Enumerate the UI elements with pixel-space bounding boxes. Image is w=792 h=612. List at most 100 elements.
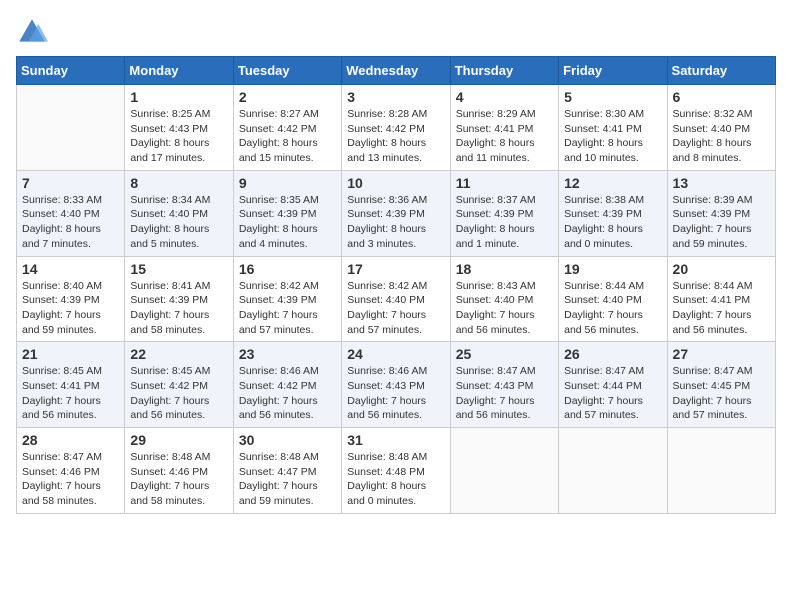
- page-header: [16, 16, 776, 48]
- day-number: 29: [130, 432, 227, 448]
- day-number: 23: [239, 346, 336, 362]
- calendar-cell: [559, 428, 667, 514]
- day-number: 16: [239, 261, 336, 277]
- calendar-cell: [17, 85, 125, 171]
- day-info: Sunrise: 8:47 AMSunset: 4:46 PMDaylight:…: [22, 450, 119, 509]
- day-number: 17: [347, 261, 444, 277]
- calendar-header-tuesday: Tuesday: [233, 57, 341, 85]
- day-info: Sunrise: 8:48 AMSunset: 4:47 PMDaylight:…: [239, 450, 336, 509]
- day-number: 5: [564, 89, 661, 105]
- day-info: Sunrise: 8:40 AMSunset: 4:39 PMDaylight:…: [22, 279, 119, 338]
- calendar-header-monday: Monday: [125, 57, 233, 85]
- day-info: Sunrise: 8:38 AMSunset: 4:39 PMDaylight:…: [564, 193, 661, 252]
- calendar-header-friday: Friday: [559, 57, 667, 85]
- calendar-cell: 24Sunrise: 8:46 AMSunset: 4:43 PMDayligh…: [342, 342, 450, 428]
- calendar-cell: 25 Sunrise: 8:47 AMSunset: 4:43 PMDayligh…: [450, 342, 558, 428]
- logo: [16, 16, 52, 48]
- calendar-week-4: 21 Sunrise: 8:45 AMSunset: 4:41 PMDayligh…: [17, 342, 776, 428]
- calendar-cell: 28 Sunrise: 8:47 AMSunset: 4:46 PMDayligh…: [17, 428, 125, 514]
- day-number: 15: [130, 261, 227, 277]
- day-info: Sunrise: 8:25 AMSunset: 4:43 PMDaylight:…: [130, 107, 227, 166]
- day-number: 10: [347, 175, 444, 191]
- day-number: 25: [456, 346, 553, 362]
- day-number: 18: [456, 261, 553, 277]
- day-info: Sunrise: 8:47 AMSunset: 4:43 PMDaylight:…: [456, 364, 553, 423]
- calendar-cell: 4 Sunrise: 8:29 AMSunset: 4:41 PMDaylight…: [450, 85, 558, 171]
- calendar-cell: 26 Sunrise: 8:47 AMSunset: 4:44 PMDayligh…: [559, 342, 667, 428]
- calendar-cell: 7Sunrise: 8:33 AMSunset: 4:40 PMDaylight…: [17, 170, 125, 256]
- calendar-cell: 8Sunrise: 8:34 AMSunset: 4:40 PMDaylight…: [125, 170, 233, 256]
- calendar-cell: 15 Sunrise: 8:41 AMSunset: 4:39 PMDayligh…: [125, 256, 233, 342]
- day-number: 30: [239, 432, 336, 448]
- day-number: 4: [456, 89, 553, 105]
- day-info: Sunrise: 8:43 AMSunset: 4:40 PMDaylight:…: [456, 279, 553, 338]
- calendar-cell: 3 Sunrise: 8:28 AMSunset: 4:42 PMDaylight…: [342, 85, 450, 171]
- day-info: Sunrise: 8:44 AMSunset: 4:40 PMDaylight:…: [564, 279, 661, 338]
- calendar-cell: 20Sunrise: 8:44 AMSunset: 4:41 PMDayligh…: [667, 256, 775, 342]
- day-number: 6: [673, 89, 770, 105]
- calendar-cell: 10 Sunrise: 8:36 AMSunset: 4:39 PMDayligh…: [342, 170, 450, 256]
- day-info: Sunrise: 8:47 AMSunset: 4:45 PMDaylight:…: [673, 364, 770, 423]
- day-info: Sunrise: 8:29 AMSunset: 4:41 PMDaylight:…: [456, 107, 553, 166]
- calendar-cell: 6 Sunrise: 8:32 AMSunset: 4:40 PMDaylight…: [667, 85, 775, 171]
- calendar-cell: 21 Sunrise: 8:45 AMSunset: 4:41 PMDayligh…: [17, 342, 125, 428]
- calendar-cell: 27 Sunrise: 8:47 AMSunset: 4:45 PMDayligh…: [667, 342, 775, 428]
- day-info: Sunrise: 8:32 AMSunset: 4:40 PMDaylight:…: [673, 107, 770, 166]
- day-info: Sunrise: 8:34 AMSunset: 4:40 PMDaylight:…: [130, 193, 227, 252]
- day-number: 22: [130, 346, 227, 362]
- day-number: 2: [239, 89, 336, 105]
- calendar-header-sunday: Sunday: [17, 57, 125, 85]
- day-number: 1: [130, 89, 227, 105]
- calendar-cell: 16 Sunrise: 8:42 AMSunset: 4:39 PMDayligh…: [233, 256, 341, 342]
- day-info: Sunrise: 8:30 AMSunset: 4:41 PMDaylight:…: [564, 107, 661, 166]
- day-number: 3: [347, 89, 444, 105]
- calendar-week-1: 1 Sunrise: 8:25 AMSunset: 4:43 PMDaylight…: [17, 85, 776, 171]
- calendar-week-3: 14Sunrise: 8:40 AMSunset: 4:39 PMDayligh…: [17, 256, 776, 342]
- calendar-cell: 11 Sunrise: 8:37 AMSunset: 4:39 PMDayligh…: [450, 170, 558, 256]
- day-info: Sunrise: 8:35 AMSunset: 4:39 PMDaylight:…: [239, 193, 336, 252]
- calendar-table: SundayMondayTuesdayWednesdayThursdayFrid…: [16, 56, 776, 514]
- calendar-cell: 5 Sunrise: 8:30 AMSunset: 4:41 PMDaylight…: [559, 85, 667, 171]
- day-number: 19: [564, 261, 661, 277]
- day-info: Sunrise: 8:48 AMSunset: 4:48 PMDaylight:…: [347, 450, 444, 509]
- day-info: Sunrise: 8:46 AMSunset: 4:42 PMDaylight:…: [239, 364, 336, 423]
- day-number: 24: [347, 346, 444, 362]
- day-number: 12: [564, 175, 661, 191]
- day-info: Sunrise: 8:45 AMSunset: 4:42 PMDaylight:…: [130, 364, 227, 423]
- calendar-cell: [667, 428, 775, 514]
- calendar-header-thursday: Thursday: [450, 57, 558, 85]
- day-info: Sunrise: 8:48 AMSunset: 4:46 PMDaylight:…: [130, 450, 227, 509]
- day-number: 27: [673, 346, 770, 362]
- calendar-cell: 29 Sunrise: 8:48 AMSunset: 4:46 PMDayligh…: [125, 428, 233, 514]
- calendar-cell: 12 Sunrise: 8:38 AMSunset: 4:39 PMDayligh…: [559, 170, 667, 256]
- calendar-header-saturday: Saturday: [667, 57, 775, 85]
- day-info: Sunrise: 8:41 AMSunset: 4:39 PMDaylight:…: [130, 279, 227, 338]
- day-info: Sunrise: 8:36 AMSunset: 4:39 PMDaylight:…: [347, 193, 444, 252]
- day-info: Sunrise: 8:47 AMSunset: 4:44 PMDaylight:…: [564, 364, 661, 423]
- day-info: Sunrise: 8:28 AMSunset: 4:42 PMDaylight:…: [347, 107, 444, 166]
- calendar-cell: [450, 428, 558, 514]
- calendar-header-wednesday: Wednesday: [342, 57, 450, 85]
- calendar-cell: 2Sunrise: 8:27 AMSunset: 4:42 PMDaylight…: [233, 85, 341, 171]
- day-number: 11: [456, 175, 553, 191]
- day-info: Sunrise: 8:42 AMSunset: 4:40 PMDaylight:…: [347, 279, 444, 338]
- day-info: Sunrise: 8:42 AMSunset: 4:39 PMDaylight:…: [239, 279, 336, 338]
- calendar-cell: 31Sunrise: 8:48 AMSunset: 4:48 PMDayligh…: [342, 428, 450, 514]
- day-number: 28: [22, 432, 119, 448]
- day-number: 21: [22, 346, 119, 362]
- calendar-cell: 18 Sunrise: 8:43 AMSunset: 4:40 PMDayligh…: [450, 256, 558, 342]
- day-info: Sunrise: 8:45 AMSunset: 4:41 PMDaylight:…: [22, 364, 119, 423]
- calendar-cell: 1 Sunrise: 8:25 AMSunset: 4:43 PMDaylight…: [125, 85, 233, 171]
- calendar-header-row: SundayMondayTuesdayWednesdayThursdayFrid…: [17, 57, 776, 85]
- calendar-cell: 9Sunrise: 8:35 AMSunset: 4:39 PMDaylight…: [233, 170, 341, 256]
- day-info: Sunrise: 8:37 AMSunset: 4:39 PMDaylight:…: [456, 193, 553, 252]
- day-info: Sunrise: 8:44 AMSunset: 4:41 PMDaylight:…: [673, 279, 770, 338]
- calendar-cell: 23 Sunrise: 8:46 AMSunset: 4:42 PMDayligh…: [233, 342, 341, 428]
- day-number: 26: [564, 346, 661, 362]
- calendar-cell: 17 Sunrise: 8:42 AMSunset: 4:40 PMDayligh…: [342, 256, 450, 342]
- calendar-cell: 19 Sunrise: 8:44 AMSunset: 4:40 PMDayligh…: [559, 256, 667, 342]
- day-info: Sunrise: 8:39 AMSunset: 4:39 PMDaylight:…: [673, 193, 770, 252]
- calendar-week-2: 7Sunrise: 8:33 AMSunset: 4:40 PMDaylight…: [17, 170, 776, 256]
- calendar-cell: 14Sunrise: 8:40 AMSunset: 4:39 PMDayligh…: [17, 256, 125, 342]
- logo-icon: [16, 16, 48, 48]
